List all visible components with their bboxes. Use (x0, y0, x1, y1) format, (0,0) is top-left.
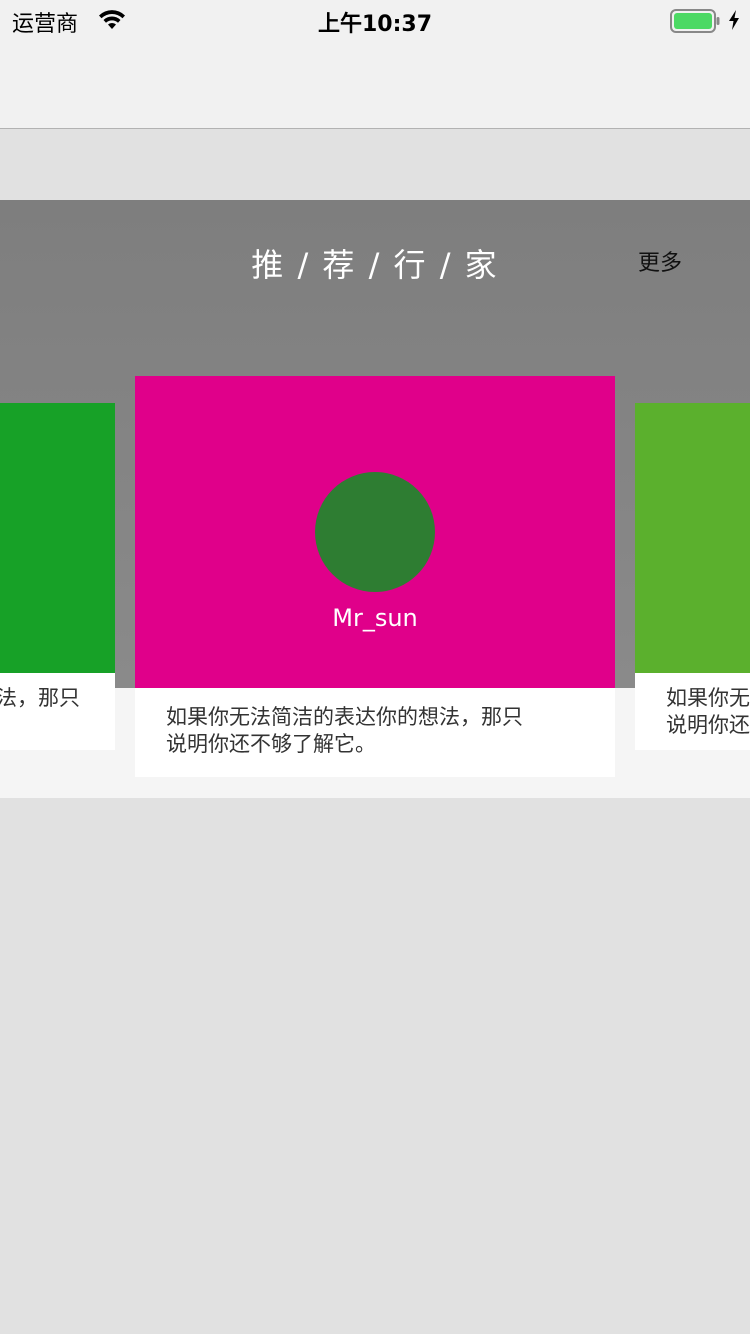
battery-icon (670, 9, 720, 33)
card-cover (0, 403, 115, 673)
expert-name: Mr_sun (332, 604, 418, 632)
card-quote-line-1: 如果你无法简洁的表达你的想法，那只 (166, 705, 523, 729)
card-quote-line-2: 说明你还不够了解它。 (166, 732, 376, 756)
more-button[interactable]: 更多 (638, 245, 682, 277)
status-time: 上午10:37 (317, 12, 433, 37)
expert-card-previous[interactable]: 法，那只 (0, 403, 115, 750)
charging-bolt-icon (729, 10, 739, 30)
avatar[interactable] (315, 472, 435, 592)
expert-card-next[interactable]: 如果你无 说明你还 (635, 403, 750, 750)
card-quote-line-2: 说明你还 (666, 713, 750, 737)
expert-card-current[interactable]: Mr_sun 如果你无法简洁的表达你的想法，那只 说明你还不够了解它。 (135, 376, 615, 777)
status-bar: 运营商 上午10:37 (0, 0, 750, 40)
card-quote: 如果你无 说明你还 (666, 685, 750, 739)
card-quote: 如果你无法简洁的表达你的想法，那只 说明你还不够了解它。 (166, 704, 596, 758)
card-quote: 法，那只 (0, 686, 80, 710)
card-cover (635, 403, 750, 673)
navigation-bar (0, 40, 750, 129)
card-quote-line-1: 如果你无 (666, 686, 750, 710)
recommended-experts-section: 推 / 荐 / 行 / 家 更多 法，那只 Mr_sun 如果你无法简洁的表达你… (0, 200, 750, 798)
card-cover: Mr_sun (135, 376, 615, 688)
